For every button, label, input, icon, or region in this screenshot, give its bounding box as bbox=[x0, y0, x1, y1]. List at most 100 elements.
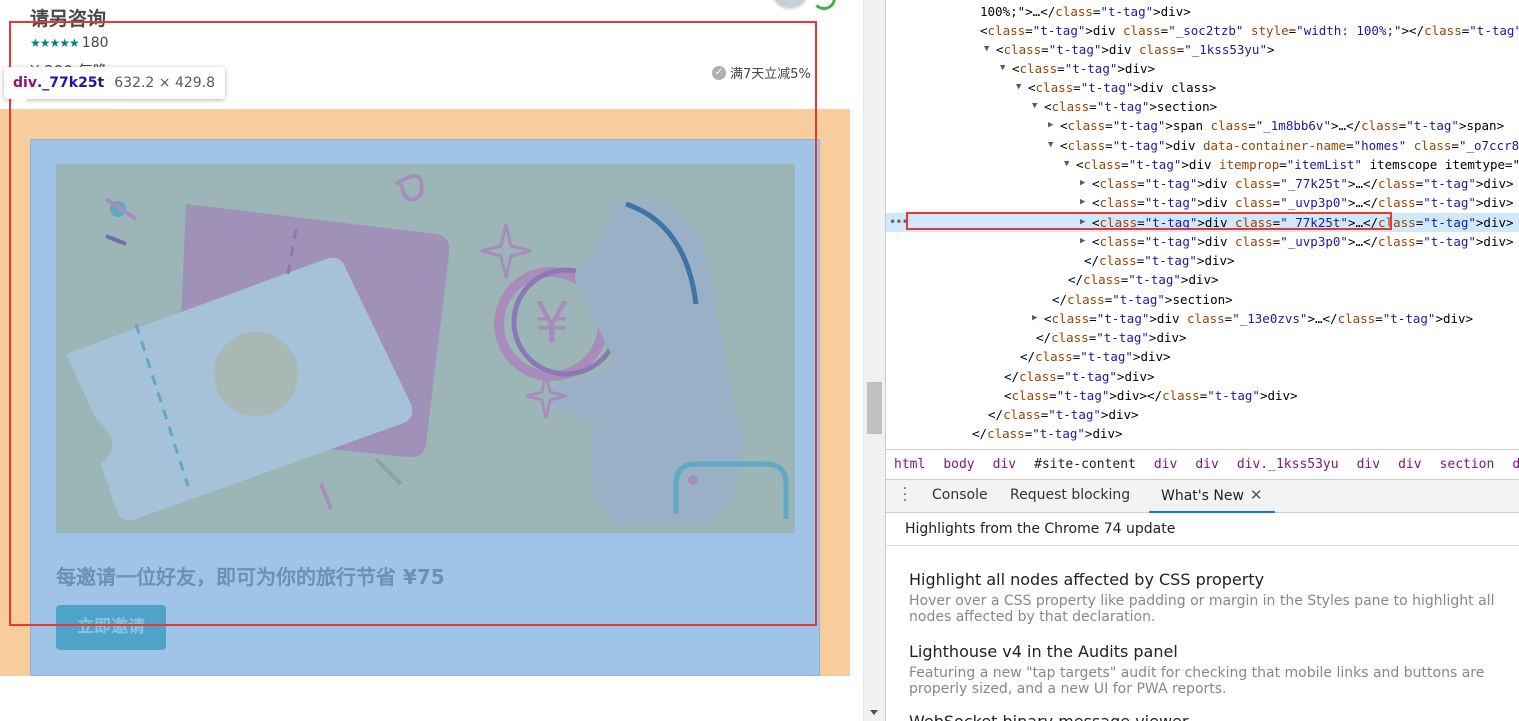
dom-node-text: <class="t-tag">div class="_uvp3p0">…</cl… bbox=[1092, 195, 1514, 210]
dom-node[interactable]: </class="t-tag">div> bbox=[886, 424, 1519, 443]
breadcrumb-item[interactable]: #site-content bbox=[1034, 457, 1136, 472]
dom-node[interactable]: ▼ <class="t-tag">div class> bbox=[886, 78, 1519, 97]
expanded-triangle-icon[interactable]: ▼ bbox=[984, 40, 989, 59]
dom-node[interactable]: ▼ <class="t-tag">div> bbox=[886, 59, 1519, 78]
dom-node-text: <class="t-tag">div class="_1kss53yu"> bbox=[996, 42, 1275, 57]
page-scrollbar[interactable] bbox=[863, 0, 885, 721]
feature-description: Hover over a CSS property like padding o… bbox=[909, 593, 1495, 625]
dom-node[interactable]: </class="t-tag">section> bbox=[886, 290, 1519, 309]
superhost-badge-icon bbox=[812, 0, 836, 10]
dom-node[interactable]: 100%;">…</class="t-tag">div> bbox=[886, 2, 1519, 21]
expanded-triangle-icon[interactable]: ▼ bbox=[1032, 97, 1037, 116]
more-menu-icon[interactable]: · · · bbox=[900, 482, 910, 508]
discount-text: 满7天立减5% bbox=[730, 67, 811, 82]
breadcrumb-item[interactable]: body bbox=[943, 457, 974, 472]
devtools-panel: 100%;">…</class="t-tag">div> <class="t-ta… bbox=[885, 0, 1519, 721]
breadcrumb-item[interactable]: html bbox=[894, 457, 925, 472]
feature-title[interactable]: Lighthouse v4 in the Audits panel bbox=[909, 642, 1519, 662]
dom-node-text: <class="t-tag">div class="_uvp3p0">…</cl… bbox=[1092, 234, 1514, 249]
dom-node[interactable]: ▶ <class="t-tag">div class="_uvp3p0">…</c… bbox=[886, 193, 1519, 212]
dom-node-text: </class="t-tag">div> bbox=[1068, 272, 1219, 287]
referral-illustration: ¥ bbox=[56, 164, 795, 533]
dom-node[interactable]: </class="t-tag">div> bbox=[886, 270, 1519, 289]
dom-node-text: <class="t-tag">div class> bbox=[1028, 80, 1217, 95]
tab-whats-new[interactable]: What's New ✕ bbox=[1149, 480, 1275, 513]
breadcrumb-item[interactable]: div bbox=[1195, 457, 1218, 472]
whats-new-header: Highlights from the Chrome 74 update bbox=[886, 513, 1519, 546]
expanded-triangle-icon[interactable]: ▼ bbox=[1064, 155, 1069, 174]
collapsed-triangle-icon[interactable]: ▶ bbox=[1080, 232, 1085, 251]
breadcrumb-item[interactable]: div._o7ccr8 bbox=[1512, 457, 1519, 472]
invite-now-button[interactable]: 立即邀请 bbox=[56, 605, 166, 650]
dom-node[interactable]: </class="t-tag">div> bbox=[886, 347, 1519, 366]
expanded-triangle-icon[interactable]: ▼ bbox=[1048, 136, 1053, 155]
feature-title[interactable]: Highlight all nodes affected by CSS prop… bbox=[909, 570, 1519, 590]
dom-node-text: <class="t-tag">div data-container-name="… bbox=[1060, 138, 1519, 153]
dom-node[interactable]: ▶ <class="t-tag">span class="_1m8bb6v">…<… bbox=[886, 116, 1519, 135]
dom-node[interactable]: ▶ <class="t-tag">div class="_13e0zvs">…</… bbox=[886, 309, 1519, 328]
collapsed-triangle-icon[interactable]: ▶ bbox=[1048, 116, 1053, 135]
dom-node-text: <class="t-tag">span class="_1m8bb6v">…</… bbox=[1060, 118, 1505, 133]
star-rating-icon: ★★★★★ bbox=[30, 36, 80, 50]
dom-node[interactable]: ▶ <class="t-tag">div class="_uvp3p0">…</c… bbox=[886, 232, 1519, 251]
tab-whats-new-label: What's New bbox=[1161, 488, 1244, 504]
tooltip-dimensions: 632.2 × 429.8 bbox=[114, 75, 216, 91]
referral-promo-text: 每邀请一位好友，即可为你的旅行节省 ¥75 bbox=[56, 565, 445, 589]
breadcrumb: html body div #site-content div div div._1kss5… bbox=[886, 449, 1519, 480]
dom-node-text: </class="t-tag">div> bbox=[988, 407, 1139, 422]
dom-node[interactable]: <class="t-tag">div class="_soc2tzb" styl… bbox=[886, 21, 1519, 40]
feature-item: Lighthouse v4 in the Audits panel Featur… bbox=[909, 642, 1519, 697]
dom-node[interactable]: ▶ <class="t-tag">div class="_77k25t">…</c… bbox=[886, 174, 1519, 193]
rating-row: ★★★★★ 180 bbox=[30, 35, 109, 51]
dom-node-text: </class="t-tag">div> bbox=[1084, 253, 1235, 268]
breadcrumb-item[interactable]: div._1kss53yu bbox=[1237, 457, 1339, 472]
annotation-frame-dom bbox=[906, 212, 1392, 230]
tooltip-arrow bbox=[12, 99, 28, 107]
expanded-triangle-icon[interactable]: ▼ bbox=[1000, 59, 1005, 78]
divider bbox=[850, 0, 863, 721]
tooltip-tag: div bbox=[13, 75, 37, 91]
scroll-down-icon[interactable] bbox=[870, 710, 878, 715]
dom-node[interactable]: </class="t-tag">div> bbox=[886, 251, 1519, 270]
tab-request-blocking[interactable]: Request blocking bbox=[1010, 480, 1130, 513]
dom-node[interactable]: ▼ <class="t-tag">section> bbox=[886, 97, 1519, 116]
dom-node[interactable]: ▼ <class="t-tag">div data-container-name=… bbox=[886, 136, 1519, 155]
illustration-svg: ¥ bbox=[56, 164, 795, 533]
close-icon[interactable]: ✕ bbox=[1250, 486, 1263, 504]
avatar[interactable] bbox=[772, 0, 808, 10]
drawer-tabbar: · · · Console Request blocking What's New ✕ bbox=[886, 480, 1519, 513]
dom-node-text: 100%;">…</class="t-tag">div> bbox=[980, 4, 1191, 19]
feature-item: Highlight all nodes affected by CSS prop… bbox=[909, 570, 1519, 625]
listing-title[interactable]: 请另咨询 bbox=[30, 4, 106, 31]
dom-node-text: <class="t-tag">div class="_soc2tzb" styl… bbox=[980, 23, 1519, 38]
dom-node[interactable]: <class="t-tag">div></class="t-tag">div> bbox=[886, 386, 1519, 405]
breadcrumb-item[interactable]: div bbox=[1154, 457, 1177, 472]
elements-tree[interactable]: 100%;">…</class="t-tag">div> <class="t-ta… bbox=[886, 0, 1519, 449]
breadcrumb-item[interactable]: section bbox=[1440, 457, 1495, 472]
feature-title[interactable]: WebSocket binary message viewer bbox=[909, 712, 1519, 721]
dom-node-text: </class="t-tag">section> bbox=[1052, 292, 1233, 307]
page-viewport: 请另咨询 ★★★★★ 180 ¥ 290 每晚 ✓ 满7天立减5% ¥ bbox=[0, 0, 850, 721]
dom-node[interactable]: </class="t-tag">div> bbox=[886, 367, 1519, 386]
dom-node-text: <class="t-tag">div> bbox=[1012, 61, 1156, 76]
dom-node-text: <class="t-tag">div itemprop="itemList" i… bbox=[1076, 157, 1519, 172]
tooltip-class: ._77k25t bbox=[36, 75, 105, 91]
dom-node[interactable]: </class="t-tag">div> bbox=[886, 328, 1519, 347]
breadcrumb-item[interactable]: div bbox=[1398, 457, 1421, 472]
collapsed-triangle-icon[interactable]: ▶ bbox=[1080, 193, 1085, 212]
dom-node[interactable]: </class="t-tag">div> bbox=[886, 405, 1519, 424]
collapsed-triangle-icon[interactable]: ▶ bbox=[1032, 309, 1037, 328]
dom-node-text: <class="t-tag">div class="_77k25t">…</cl… bbox=[1092, 176, 1514, 191]
expanded-triangle-icon[interactable]: ▼ bbox=[1016, 78, 1021, 97]
breadcrumb-item[interactable]: div bbox=[993, 457, 1016, 472]
collapsed-triangle-icon[interactable]: ▶ bbox=[1080, 174, 1085, 193]
dom-node[interactable]: ▼ <class="t-tag">div class="_1kss53yu"> bbox=[886, 40, 1519, 59]
element-inspect-tooltip: div ._77k25t 632.2 × 429.8 bbox=[4, 67, 226, 99]
dom-node-text: </class="t-tag">div> bbox=[1020, 349, 1171, 364]
scrollbar-thumb[interactable] bbox=[867, 382, 882, 434]
node-actions-icon[interactable]: ••• bbox=[889, 213, 909, 232]
breadcrumb-item[interactable]: div bbox=[1357, 457, 1380, 472]
dom-node[interactable]: ▼ <class="t-tag">div itemprop="itemList" … bbox=[886, 155, 1519, 174]
tab-console[interactable]: Console bbox=[932, 480, 988, 513]
svg-text:¥: ¥ bbox=[534, 291, 570, 356]
